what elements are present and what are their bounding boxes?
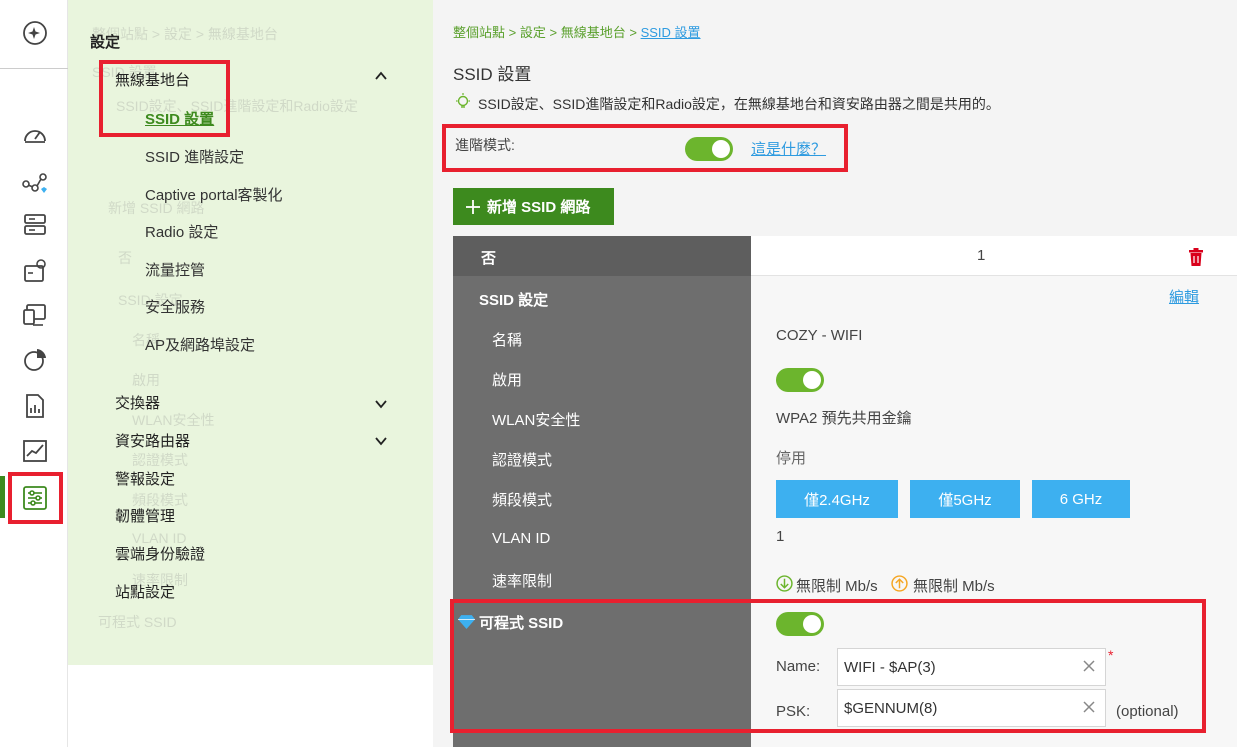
- sparkle-icon[interactable]: [20, 18, 50, 48]
- menu-header: 設定: [90, 34, 121, 51]
- pie-chart-icon[interactable]: [20, 345, 50, 375]
- menu-item-firmware[interactable]: 韌體管理: [115, 505, 175, 526]
- add-ssid-button[interactable]: 新增 SSID 網路: [453, 188, 614, 225]
- breadcrumb: 整個站點 > 設定 > 無線基地台 > SSID 設置: [453, 22, 701, 41]
- chevron-down-icon[interactable]: [375, 435, 387, 447]
- security-label: WLAN安全性: [492, 412, 581, 429]
- monitor-icon[interactable]: [20, 300, 50, 330]
- chevron-down-icon[interactable]: [375, 398, 387, 410]
- menu-item-alert[interactable]: 警報設定: [115, 468, 175, 489]
- advanced-mode-highlight: [442, 124, 848, 172]
- breadcrumb-sep: >: [508, 25, 517, 40]
- programmable-ssid-highlight: [450, 599, 1206, 733]
- menu-item-switch[interactable]: 交換器: [115, 392, 160, 413]
- menu-item-traffic[interactable]: 流量控管: [145, 259, 205, 280]
- lightbulb-icon: [456, 93, 470, 108]
- add-ssid-label: 新增 SSID 網路: [487, 199, 591, 216]
- menu-item-cloud-auth[interactable]: 雲端身份驗證: [115, 543, 205, 564]
- dashboard-icon[interactable]: [20, 120, 50, 150]
- menu-item-captive-portal[interactable]: Captive portal客製化: [145, 184, 283, 205]
- active-indicator: [0, 476, 5, 518]
- breadcrumb-sep: >: [629, 25, 637, 40]
- report-icon[interactable]: [20, 391, 50, 421]
- settings-highlight: [8, 472, 63, 524]
- table-header-left: [453, 236, 751, 276]
- trash-icon[interactable]: [1188, 248, 1204, 266]
- icon-rail: [0, 0, 68, 747]
- ghost-text: 否: [118, 250, 132, 266]
- vlan-label: VLAN ID: [492, 530, 551, 547]
- chevron-up-icon[interactable]: [375, 70, 387, 82]
- main-content: 整個站點 > 設定 > 無線基地台 > SSID 設置 SSID 設置 SSID…: [433, 0, 1237, 747]
- band-label: 頻段模式: [492, 492, 553, 509]
- download-arrow-icon: [776, 575, 793, 592]
- breadcrumb-wireless[interactable]: 無線基地台: [561, 25, 626, 40]
- band-button-2g[interactable]: 僅2.4GHz: [776, 480, 898, 518]
- rate-up-value: 無限制 Mb/s: [913, 578, 995, 595]
- rate-down-value: 無限制 Mb/s: [796, 578, 878, 595]
- settings-menu: 整個站點 > 設定 > 無線基地台 SSID 設置 SSID設定、SSID進階設…: [68, 0, 433, 665]
- server-icon[interactable]: [20, 210, 50, 240]
- band-button-6g[interactable]: 6 GHz: [1032, 480, 1130, 518]
- enable-label: 啟用: [492, 372, 523, 389]
- breadcrumb-settings[interactable]: 設定: [520, 25, 546, 40]
- page-title: SSID 設置: [453, 65, 532, 84]
- menu-item-ssid-advanced[interactable]: SSID 進階設定: [145, 146, 244, 167]
- upload-arrow-icon: [891, 575, 908, 592]
- enable-toggle[interactable]: [776, 368, 824, 392]
- menu-item-security-router[interactable]: 資安路由器: [115, 430, 190, 451]
- ghost-text: WLAN安全性: [132, 412, 215, 428]
- device-icon[interactable]: [20, 256, 50, 286]
- ghost-text: 可程式 SSID: [98, 614, 177, 630]
- ghost-text: 啟用: [132, 372, 160, 388]
- line-chart-icon[interactable]: [20, 436, 50, 466]
- breadcrumb-current[interactable]: SSID 設置: [641, 25, 701, 40]
- edit-link[interactable]: 編輯: [1169, 286, 1199, 307]
- table-header-no: 否: [481, 250, 497, 267]
- ghost-text: 認證模式: [132, 452, 188, 468]
- wireless-highlight: [99, 60, 230, 137]
- topology-icon[interactable]: [20, 168, 50, 198]
- menu-item-ap-port[interactable]: AP及網路埠設定: [145, 334, 255, 355]
- menu-item-site-settings[interactable]: 站點設定: [115, 581, 175, 602]
- name-value: COZY - WIFI: [776, 327, 863, 344]
- menu-item-radio[interactable]: Radio 設定: [145, 221, 218, 242]
- band-button-5g[interactable]: 僅5GHz: [910, 480, 1020, 518]
- security-value: WPA2 預先共用金鑰: [776, 410, 912, 427]
- breadcrumb-site[interactable]: 整個站點: [453, 25, 505, 40]
- rate-label: 速率限制: [492, 573, 553, 590]
- ssid-number: 1: [977, 247, 986, 264]
- plus-icon: [466, 199, 480, 214]
- auth-label: 認證模式: [492, 452, 553, 469]
- breadcrumb-sep: >: [549, 25, 558, 40]
- auth-value: 停用: [776, 450, 807, 467]
- ssid-section-label: SSID 設定: [479, 292, 549, 309]
- table-header-right: [751, 236, 1237, 276]
- rail-divider: [0, 68, 68, 69]
- menu-item-security[interactable]: 安全服務: [145, 296, 205, 317]
- name-label: 名稱: [492, 332, 523, 349]
- hint-text: SSID設定、SSID進階設定和Radio設定，在無線基地台和資安路由器之間是共…: [478, 96, 1000, 112]
- vlan-value: 1: [776, 528, 785, 545]
